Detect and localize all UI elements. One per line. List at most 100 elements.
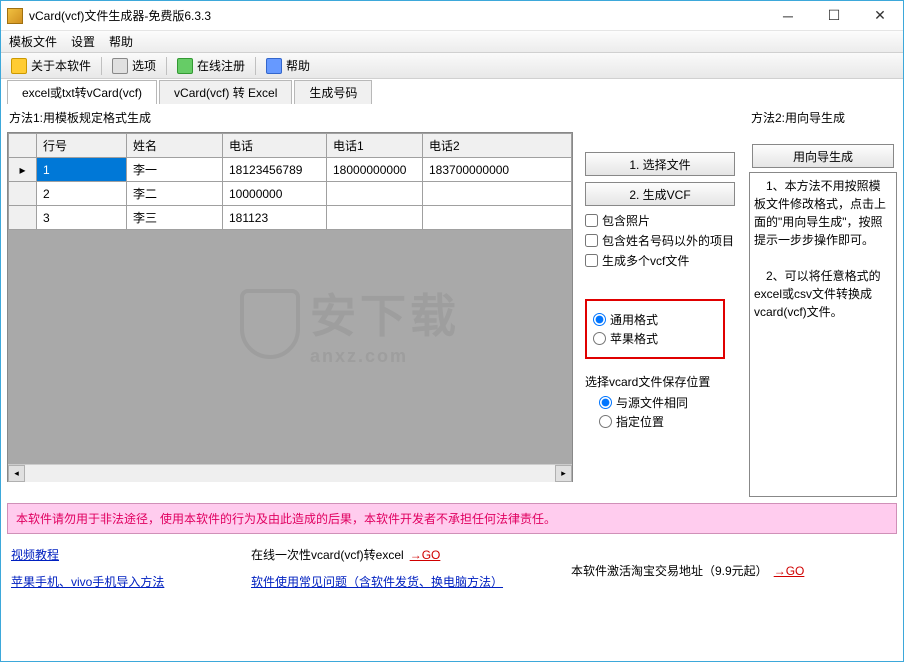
menu-file[interactable]: 模板文件: [9, 33, 57, 50]
horizontal-scrollbar[interactable]: ◂ ▸: [8, 464, 572, 481]
label: 通用格式: [610, 311, 658, 328]
grid-row[interactable]: 2 李二 10000000: [9, 182, 572, 206]
checkbox-icon[interactable]: [585, 214, 598, 227]
tab-vcf-to-excel[interactable]: vCard(vcf) 转 Excel: [159, 80, 292, 104]
cell[interactable]: 李一: [127, 158, 223, 182]
links-row: 视频教程 苹果手机、vivo手机导入方法 在线一次性vcard(vcf)转exc…: [1, 538, 903, 594]
custom-location-radio[interactable]: 指定位置: [599, 413, 743, 430]
wizard-description: 1、本方法不用按照模板文件修改格式，点击上面的"用向导生成"，按照提示一步步操作…: [749, 172, 897, 497]
close-button[interactable]: ✕: [857, 1, 903, 31]
wizard-button[interactable]: 用向导生成: [752, 144, 894, 168]
grid-header-row: 行号 姓名 电话 电话1 电话2: [9, 134, 572, 158]
tab-strip: excel或txt转vCard(vcf) vCard(vcf) 转 Excel …: [1, 81, 903, 103]
tab-excel-to-vcf[interactable]: excel或txt转vCard(vcf): [7, 80, 157, 104]
cell[interactable]: 183700000000: [423, 158, 572, 182]
options-icon: [112, 58, 128, 74]
cell[interactable]: 2: [37, 182, 127, 206]
radio-icon[interactable]: [593, 332, 606, 345]
about-icon: [11, 58, 27, 74]
label: 指定位置: [616, 413, 664, 430]
radio-icon[interactable]: [599, 396, 612, 409]
multi-vcf-checkbox[interactable]: 生成多个vcf文件: [585, 252, 743, 269]
app-icon: [7, 8, 23, 24]
apple-format-radio[interactable]: 苹果格式: [593, 330, 717, 347]
row-indicator: [9, 206, 37, 230]
checkbox-icon[interactable]: [585, 234, 598, 247]
cell[interactable]: 1: [37, 158, 127, 182]
cell[interactable]: [423, 182, 572, 206]
cell[interactable]: [327, 182, 423, 206]
cell[interactable]: 18000000000: [327, 158, 423, 182]
method2-label: 方法2:用向导生成: [751, 109, 897, 126]
grid-row[interactable]: ▸ 1 李一 18123456789 18000000000 183700000…: [9, 158, 572, 182]
video-tutorial-link[interactable]: 视频教程: [11, 548, 59, 562]
label: 包含姓名号码以外的项目: [602, 232, 734, 249]
scroll-right-arrow[interactable]: ▸: [555, 465, 572, 482]
disclaimer-banner: 本软件请勿用于非法途径，使用本软件的行为及由此造成的后果，本软件开发者不承担任何…: [7, 503, 897, 534]
label: 苹果格式: [610, 330, 658, 347]
menu-settings[interactable]: 设置: [71, 33, 95, 50]
about-button[interactable]: 关于本软件: [5, 55, 97, 76]
help-label: 帮助: [286, 57, 310, 74]
col-tel2[interactable]: 电话2: [423, 134, 572, 158]
separator: [166, 57, 167, 75]
checkbox-icon[interactable]: [585, 254, 598, 267]
faq-link[interactable]: 软件使用常见问题（含软件发货、换电脑方法）: [251, 575, 503, 589]
format-radio-group: 通用格式 苹果格式: [585, 299, 725, 359]
cell[interactable]: 181123: [223, 206, 327, 230]
include-extra-checkbox[interactable]: 包含姓名号码以外的项目: [585, 232, 743, 249]
maximize-button[interactable]: ☐: [811, 1, 857, 31]
cell[interactable]: 李三: [127, 206, 223, 230]
about-label: 关于本软件: [31, 57, 91, 74]
general-format-radio[interactable]: 通用格式: [593, 311, 717, 328]
cell[interactable]: 李二: [127, 182, 223, 206]
cell[interactable]: 3: [37, 206, 127, 230]
row-header-blank: [9, 134, 37, 158]
register-button[interactable]: 在线注册: [171, 55, 251, 76]
title-bar: vCard(vcf)文件生成器-免费版6.3.3 ─ ☐ ✕: [1, 1, 903, 31]
grid-row[interactable]: 3 李三 181123: [9, 206, 572, 230]
select-file-button[interactable]: 1. 选择文件: [585, 152, 735, 176]
separator: [101, 57, 102, 75]
radio-icon[interactable]: [599, 415, 612, 428]
left-column: 方法1:用模板规定格式生成 行号 姓名 电话 电话1 电话2 ▸: [7, 107, 743, 493]
data-grid[interactable]: 行号 姓名 电话 电话1 电话2 ▸ 1 李一 18123456789 1800…: [7, 132, 573, 482]
scroll-track[interactable]: [25, 465, 555, 482]
col-tel1[interactable]: 电话1: [327, 134, 423, 158]
col-name[interactable]: 姓名: [127, 134, 223, 158]
tab-gen-numbers[interactable]: 生成号码: [294, 80, 372, 104]
method1-label: 方法1:用模板规定格式生成: [9, 109, 743, 126]
cell[interactable]: 10000000: [223, 182, 327, 206]
generate-vcf-button[interactable]: 2. 生成VCF: [585, 182, 735, 206]
content-area: 方法1:用模板规定格式生成 行号 姓名 电话 电话1 电话2 ▸: [1, 103, 903, 493]
scroll-left-arrow[interactable]: ◂: [8, 465, 25, 482]
taobao-label: 本软件激活淘宝交易地址（9.9元起）: [571, 564, 768, 578]
same-location-radio[interactable]: 与源文件相同: [599, 394, 743, 411]
include-photo-checkbox[interactable]: 包含照片: [585, 212, 743, 229]
label: 生成多个vcf文件: [602, 252, 689, 269]
options-label: 选项: [132, 57, 156, 74]
go-link-2[interactable]: →GO: [774, 564, 805, 578]
cell[interactable]: 18123456789: [223, 158, 327, 182]
go-link-1[interactable]: →GO: [410, 548, 441, 562]
register-icon: [177, 58, 193, 74]
cell[interactable]: [327, 206, 423, 230]
wizard-text: 1、本方法不用按照模板文件修改格式，点击上面的"用向导生成"，按照提示一步步操作…: [754, 179, 886, 319]
separator: [255, 57, 256, 75]
col-rownum[interactable]: 行号: [37, 134, 127, 158]
online-convert-label: 在线一次性vcard(vcf)转excel: [251, 548, 404, 562]
toolbar: 关于本软件 选项 在线注册 帮助: [1, 53, 903, 79]
col-tel[interactable]: 电话: [223, 134, 327, 158]
label: 与源文件相同: [616, 394, 688, 411]
minimize-button[interactable]: ─: [765, 1, 811, 31]
window-title: vCard(vcf)文件生成器-免费版6.3.3: [29, 7, 765, 24]
cell[interactable]: [423, 206, 572, 230]
menu-bar: 模板文件 设置 帮助: [1, 31, 903, 53]
help-button[interactable]: 帮助: [260, 55, 316, 76]
radio-icon[interactable]: [593, 313, 606, 326]
menu-help[interactable]: 帮助: [109, 33, 133, 50]
row-indicator: ▸: [9, 158, 37, 182]
phone-import-link[interactable]: 苹果手机、vivo手机导入方法: [11, 575, 164, 589]
options-button[interactable]: 选项: [106, 55, 162, 76]
row-indicator: [9, 182, 37, 206]
